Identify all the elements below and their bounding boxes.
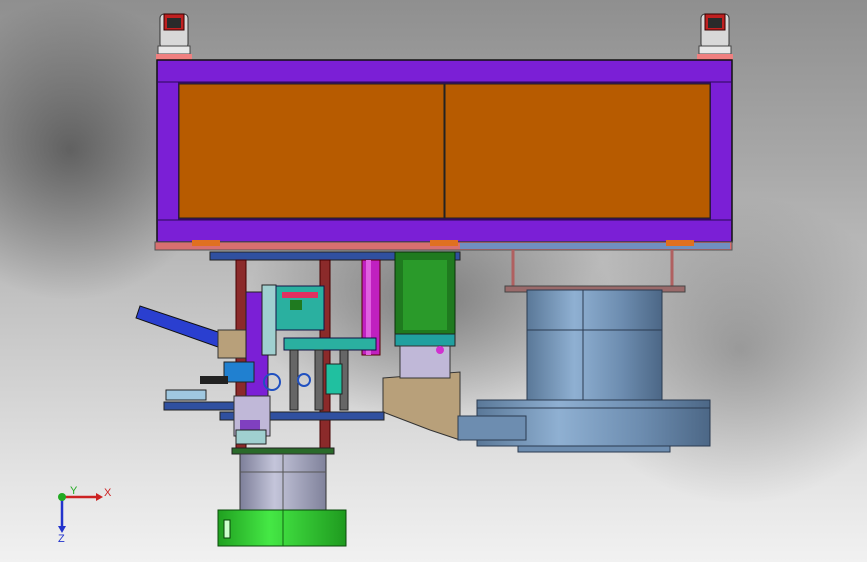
y-axis-label: Y (70, 485, 78, 497)
x-axis-label: X (104, 487, 112, 499)
cad-viewport[interactable]: X Y Z (0, 0, 867, 562)
coordinate-triad: X Y Z (58, 485, 112, 545)
y-axis-dot (58, 493, 66, 501)
z-axis-label: Z (58, 533, 65, 545)
